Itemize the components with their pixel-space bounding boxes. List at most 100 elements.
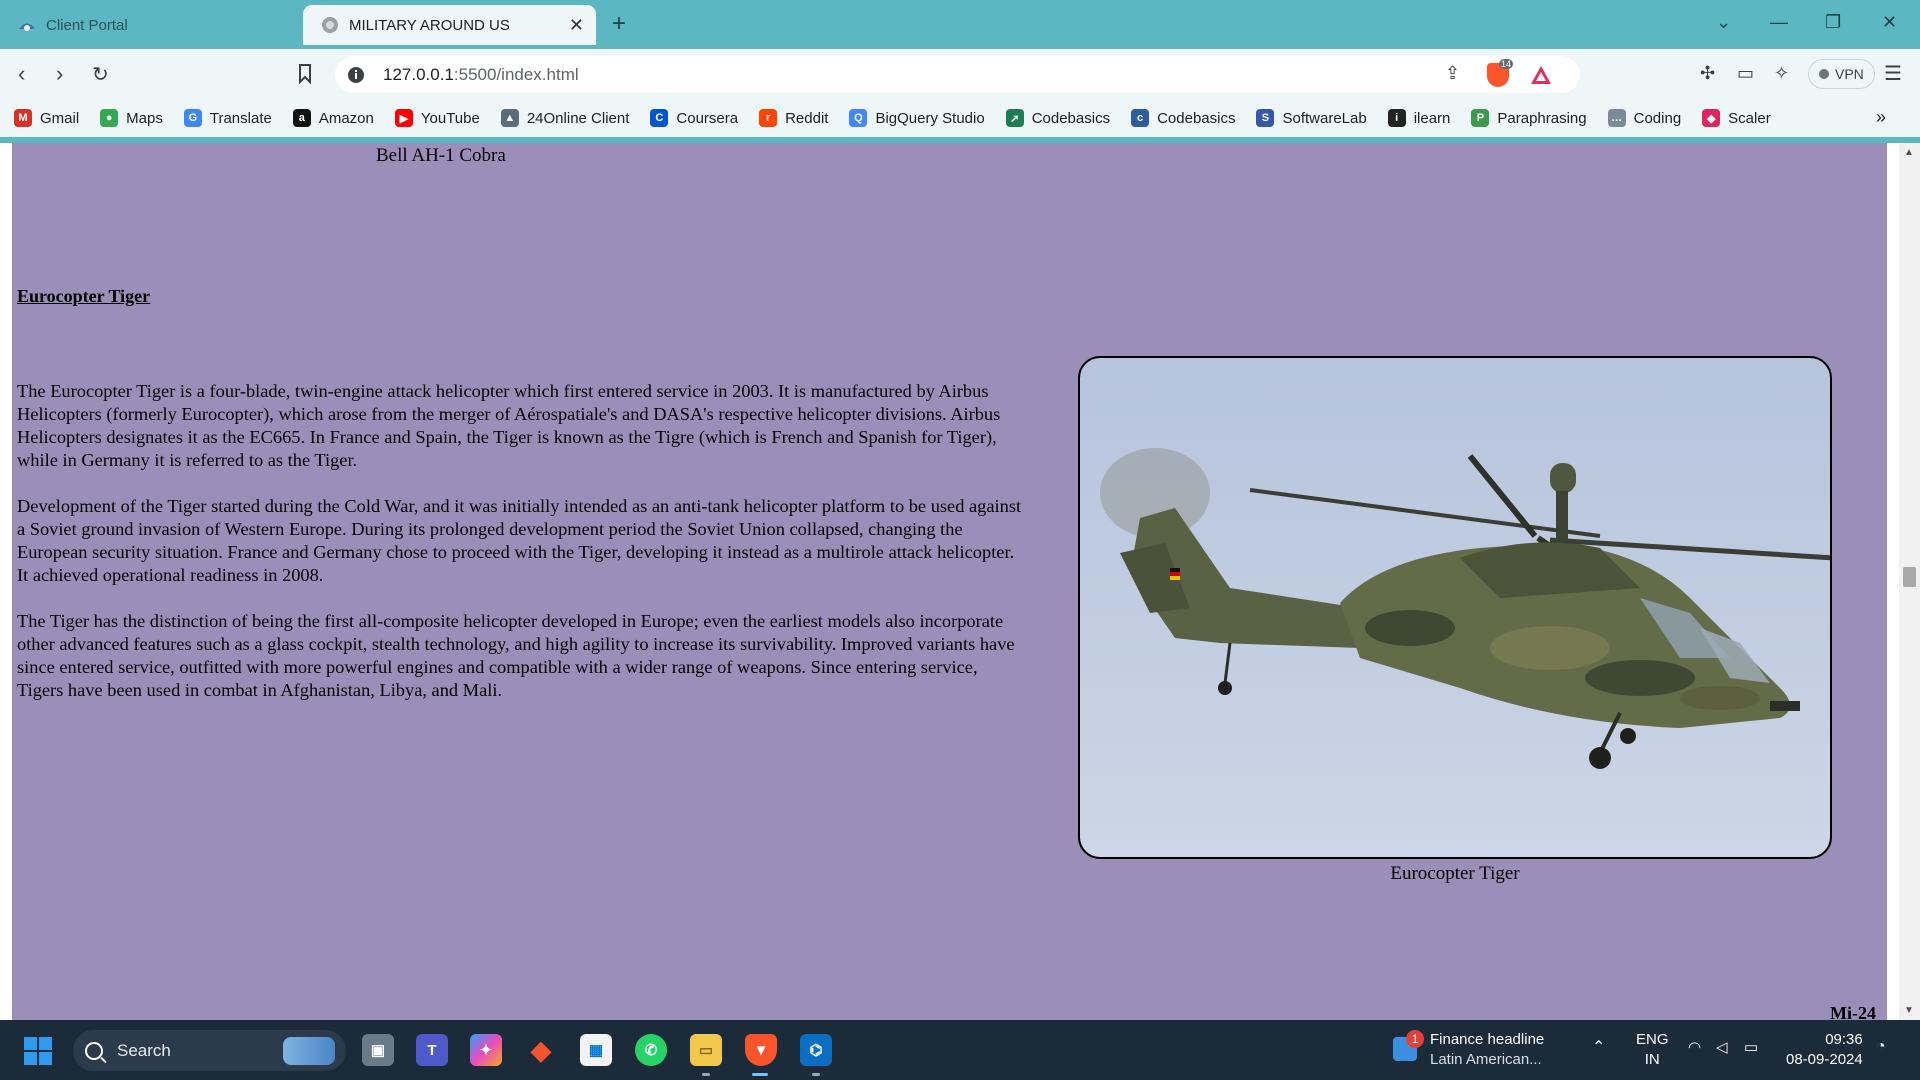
paraphrasing-icon: P [1471,109,1490,127]
bookmark-item[interactable]: i ilearn [1387,109,1450,127]
maps-icon: ● [100,109,119,127]
battery-icon[interactable]: ▭ [1744,1038,1758,1056]
previous-figure-caption: Bell AH-1 Cobra [376,145,506,166]
close-window-icon[interactable]: ✕ [1882,12,1897,33]
browser-tab-strip: Client Portal MILITARY AROUND US ✕ + ⌄ —… [0,0,1920,49]
bookmark-item[interactable]: ▶ YouTube [394,109,480,127]
scaler-icon: ◆ [1702,109,1721,127]
bookmark-label: Translate [209,109,272,127]
vertical-scrollbar[interactable]: ▲ ▼ [1899,143,1920,1020]
bookmark-item[interactable]: r Reddit [759,109,828,127]
brave-rewards-icon[interactable] [1530,65,1552,85]
anydesk-icon[interactable]: ◆ [525,1034,557,1066]
copilot-icon[interactable]: ✦ [470,1034,502,1066]
search-label: Search [117,1040,171,1060]
bookmark-item[interactable]: G Translate [183,109,272,127]
bookmark-label: BigQuery Studio [875,109,985,127]
bookmark-item[interactable]: M Gmail [14,109,79,127]
file-explorer-icon[interactable]: ▭ [690,1034,722,1066]
scroll-up-icon[interactable]: ▲ [1904,147,1914,158]
news-title: Finance headline [1430,1031,1545,1048]
extensions-icon[interactable]: ✣ [1700,63,1715,84]
minimize-icon[interactable]: — [1770,12,1788,33]
scrollbar-thumb[interactable] [1903,567,1916,587]
bookmark-item[interactable]: a Amazon [292,109,374,127]
reddit-icon: r [759,109,778,127]
tab-label: Client Portal [46,16,128,34]
paragraph: The Tiger has the distinction of being t… [17,611,1015,700]
bookmark-item[interactable]: S SoftwareLab [1256,109,1367,127]
region-code: IN [1644,1051,1660,1068]
task-view-icon[interactable]: ▣ [362,1034,394,1066]
wallet-icon[interactable]: ▭ [1737,63,1754,84]
tab-client-portal[interactable]: Client Portal [0,5,300,45]
news-widget[interactable]: 1 Finance headline Latin American... [1390,1030,1570,1070]
active-indicator [752,1073,768,1076]
bookmark-label: Maps [126,109,163,127]
search-highlight-icon [283,1037,335,1065]
share-icon[interactable]: ⇪ [1445,63,1460,84]
shields-count: 14 [1499,59,1514,69]
bookmark-item[interactable]: ➚ Codebasics [1005,109,1110,127]
site-info-icon[interactable] [347,66,365,84]
back-icon[interactable]: ‹ [18,61,25,87]
notification-bell-icon[interactable]: ◔ [1876,1038,1886,1056]
softwarelab-icon: S [1256,109,1275,127]
eurocopter-tiger-illustration [1100,448,1830,769]
brave-browser-icon[interactable]: ▼ [745,1034,777,1066]
brave-shields-icon[interactable]: 14 [1487,59,1514,87]
page-content: Bell AH-1 Cobra Eurocopter Tiger The Eur… [12,143,1887,1023]
news-subtitle: Latin American... [1430,1051,1542,1068]
scroll-down-icon[interactable]: ▼ [1904,1005,1914,1016]
microsoft-store-icon[interactable]: ▦ [580,1034,612,1066]
bookmark-icon[interactable] [298,64,312,84]
whatsapp-icon[interactable]: ✆ [635,1034,667,1066]
vscode-icon[interactable]: ⌬ [800,1034,832,1066]
volume-icon[interactable]: ◁ [1716,1038,1728,1056]
url-path: :5500/index.html [453,65,579,84]
vpn-label: VPN [1835,66,1864,82]
vpn-button[interactable]: VPN [1808,59,1875,89]
address-bar[interactable]: 127.0.0.1:5500/index.html ⇪ 14 [335,56,1580,93]
taskbar-search-box[interactable]: Search [73,1030,346,1071]
bookmark-item[interactable]: c Codebasics [1131,109,1235,127]
teams-icon[interactable]: T [416,1034,448,1066]
bookmark-label: Paraphrasing [1497,109,1587,127]
reload-icon[interactable]: ↻ [92,62,109,87]
24online-icon: ▲ [500,109,519,127]
bookmark-item[interactable]: ● Maps [100,109,163,127]
tab-military-around-us[interactable]: MILITARY AROUND US ✕ [303,5,596,45]
vpn-status-icon [1819,69,1829,79]
tab-search-chevron-icon[interactable]: ⌄ [1716,12,1731,33]
url-text[interactable]: 127.0.0.1:5500/index.html [383,65,579,85]
bookmark-label: Codebasics [1157,109,1236,127]
forward-icon[interactable]: › [56,61,63,87]
bookmark-label: SoftwareLab [1282,109,1367,127]
paragraph: Development of the Tiger started during … [17,496,1022,585]
menu-icon[interactable]: ☰ [1884,61,1902,86]
bookmark-item[interactable]: Q BigQuery Studio [849,109,985,127]
gmail-icon: M [14,109,32,127]
bookmark-item[interactable]: … Coding [1607,109,1681,127]
translate-icon: G [183,109,202,127]
more-bookmarks-icon[interactable]: » [1876,107,1886,128]
bookmark-item[interactable]: P Paraphrasing [1471,109,1587,127]
client-portal-favicon [19,23,35,31]
new-tab-icon[interactable]: + [612,10,626,38]
bookmark-item[interactable]: C Coursera [650,109,738,127]
start-button[interactable] [24,1037,52,1065]
page-viewport: Bell AH-1 Cobra Eurocopter Tiger The Eur… [0,143,1920,1023]
bookmark-item[interactable]: ◆ Scaler [1702,109,1771,127]
close-tab-icon[interactable]: ✕ [569,15,584,36]
clock[interactable]: 09:36 08-09-2024 [1786,1030,1863,1070]
bookmark-item[interactable]: ▲ 24Online Client [500,109,629,127]
amazon-icon: a [292,109,311,127]
language-indicator[interactable]: ENG IN [1636,1030,1669,1070]
tab-label: MILITARY AROUND US [349,16,510,34]
wifi-icon[interactable]: ◠ [1688,1038,1701,1056]
codebasics-rocket-icon: ➚ [1005,109,1024,127]
restore-icon[interactable]: ❐ [1825,12,1841,33]
bookmarks-bar: M Gmail ● Maps G Translate a Amazon ▶ YouTube ▲ 24O… [0,99,1920,137]
leo-ai-icon[interactable]: ✧ [1774,63,1789,84]
show-hidden-icons-chevron-icon[interactable]: ⌃ [1592,1037,1605,1057]
